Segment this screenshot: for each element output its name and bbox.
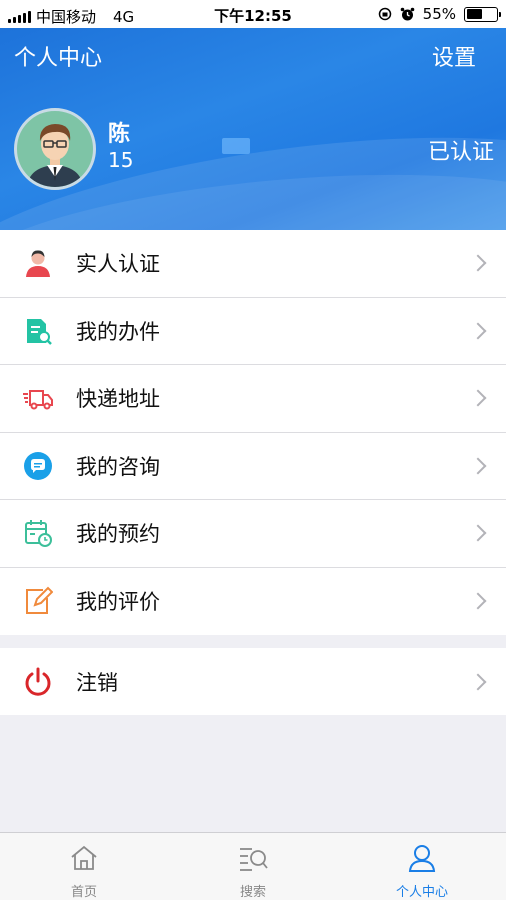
- logout-label: 注销: [76, 670, 118, 695]
- menu-item-my-cases[interactable]: 我的办件: [0, 298, 506, 365]
- chevron-right-icon: [469, 457, 487, 475]
- power-icon: [22, 666, 54, 698]
- menu-item-label: 我的评价: [76, 590, 160, 615]
- menu-item-label: 我的预约: [76, 522, 160, 547]
- edit-icon: [22, 585, 54, 617]
- verification-status: 已认证: [427, 140, 494, 165]
- logout-button[interactable]: 注销: [0, 648, 506, 715]
- menu-item-label: 我的咨询: [76, 454, 160, 479]
- tab-profile[interactable]: 个人中心: [338, 833, 506, 900]
- document-search-icon: [22, 315, 54, 347]
- calendar-clock-icon: [22, 517, 54, 549]
- tab-home[interactable]: 首页: [0, 833, 168, 900]
- chevron-right-icon: [469, 389, 487, 407]
- tab-search[interactable]: 搜索: [169, 833, 337, 900]
- menu-item-label: 快递地址: [76, 387, 160, 412]
- menu-list: 实人认证 我的办件 快递地址 我的咨询 我的预约 我的评价: [0, 230, 506, 635]
- chevron-right-icon: [469, 673, 487, 690]
- tab-label: 首页: [70, 885, 97, 900]
- tab-bar: 首页 搜索 个人中心: [0, 832, 506, 900]
- settings-button[interactable]: 设置: [432, 40, 476, 72]
- chevron-right-icon: [469, 322, 487, 340]
- delivery-truck-icon: [22, 382, 54, 414]
- battery-icon: [464, 6, 501, 22]
- battery-percent: 55%: [422, 5, 456, 23]
- user-name: 陈: [108, 122, 131, 147]
- header-decoration: [222, 138, 250, 154]
- menu-item-label: 我的办件: [76, 319, 160, 344]
- user-icon: [408, 845, 436, 872]
- menu-item-my-consultations[interactable]: 我的咨询: [0, 433, 506, 500]
- tab-label: 个人中心: [395, 885, 448, 900]
- menu-item-identity-verification[interactable]: 实人认证: [0, 230, 506, 298]
- tab-label: 搜索: [239, 885, 266, 900]
- chevron-right-icon: [469, 254, 487, 272]
- rotation-lock-icon: [378, 7, 391, 21]
- profile-header: 中国移动 4G 下午12:55 55% 个人中心 设置 陈 15 已认证: [0, 0, 506, 230]
- home-icon: [71, 845, 97, 870]
- avatar[interactable]: [14, 108, 96, 190]
- user-phone: 15: [108, 148, 134, 172]
- chevron-right-icon: [469, 592, 487, 610]
- person-icon: [22, 247, 54, 279]
- menu-item-my-appointments[interactable]: 我的预约: [0, 500, 506, 568]
- menu-item-delivery-address[interactable]: 快递地址: [0, 365, 506, 433]
- menu-item-my-reviews[interactable]: 我的评价: [0, 568, 506, 636]
- alarm-icon: [400, 7, 414, 20]
- menu-item-label: 实人认证: [76, 252, 160, 277]
- chat-bubble-icon: [22, 450, 54, 482]
- status-bar: 中国移动 4G 下午12:55 55%: [0, 0, 506, 28]
- chevron-right-icon: [469, 524, 487, 542]
- search-list-icon: [240, 848, 268, 871]
- avatar-illustration: [27, 124, 83, 187]
- page-title: 个人中心: [14, 46, 103, 71]
